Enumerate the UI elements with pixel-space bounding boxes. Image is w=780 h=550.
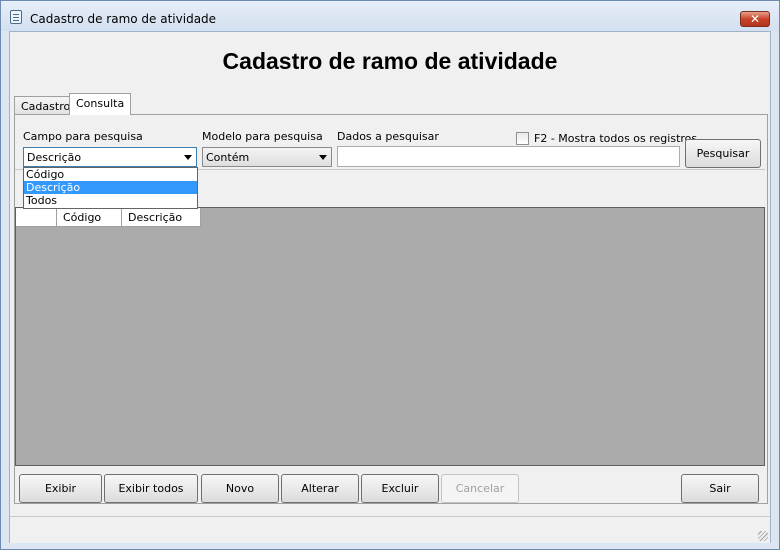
- cancelar-button: Cancelar: [441, 474, 519, 503]
- page-title: Cadastro de ramo de atividade: [222, 48, 558, 74]
- tab-consulta[interactable]: Consulta: [69, 93, 132, 115]
- show-all-checkbox[interactable]: [516, 132, 529, 145]
- alterar-button[interactable]: Alterar: [281, 474, 359, 503]
- main-window: Cadastro de ramo de atividade ✕ Cadastro…: [0, 0, 780, 550]
- search-field-select[interactable]: Descrição: [23, 147, 197, 167]
- app-icon: [10, 10, 22, 24]
- search-data-input[interactable]: [337, 146, 680, 167]
- exibir-button[interactable]: Exibir: [19, 474, 102, 503]
- dropdown-option-codigo[interactable]: Código: [24, 168, 197, 181]
- search-data-label: Dados a pesquisar: [337, 130, 439, 143]
- results-grid[interactable]: Código Descrição: [15, 207, 765, 466]
- tab-cadastro[interactable]: Cadastro: [14, 96, 78, 114]
- exibir-todos-button[interactable]: Exibir todos: [104, 474, 198, 503]
- grid-column-descricao[interactable]: Descrição: [122, 208, 201, 227]
- grid-column-codigo[interactable]: Código: [57, 208, 122, 227]
- resize-grip[interactable]: [758, 531, 768, 541]
- search-field-label: Campo para pesquisa: [23, 130, 143, 143]
- window-title: Cadastro de ramo de atividade: [30, 12, 217, 26]
- dropdown-option-todos[interactable]: Todos: [24, 194, 197, 207]
- close-button[interactable]: ✕: [740, 11, 770, 27]
- grid-header: Código Descrição: [16, 208, 201, 227]
- search-model-select[interactable]: Contém: [202, 147, 332, 167]
- search-button[interactable]: Pesquisar: [685, 139, 761, 168]
- search-field-dropdown[interactable]: Código Descrição Todos: [23, 167, 198, 209]
- grid-column-indicator: [16, 208, 57, 227]
- chevron-down-icon: [184, 155, 192, 160]
- sair-button[interactable]: Sair: [681, 474, 759, 503]
- excluir-button[interactable]: Excluir: [361, 474, 439, 503]
- show-all-label: F2 - Mostra todos os registros: [534, 132, 698, 145]
- dropdown-option-descricao[interactable]: Descrição: [24, 181, 197, 194]
- search-model-value: Contém: [206, 151, 250, 164]
- novo-button[interactable]: Novo: [201, 474, 279, 503]
- search-model-label: Modelo para pesquisa: [202, 130, 323, 143]
- chevron-down-icon: [319, 155, 327, 160]
- title-bar[interactable]: Cadastro de ramo de atividade ✕: [1, 1, 779, 31]
- status-bar: [10, 516, 770, 543]
- search-field-value: Descrição: [27, 151, 82, 164]
